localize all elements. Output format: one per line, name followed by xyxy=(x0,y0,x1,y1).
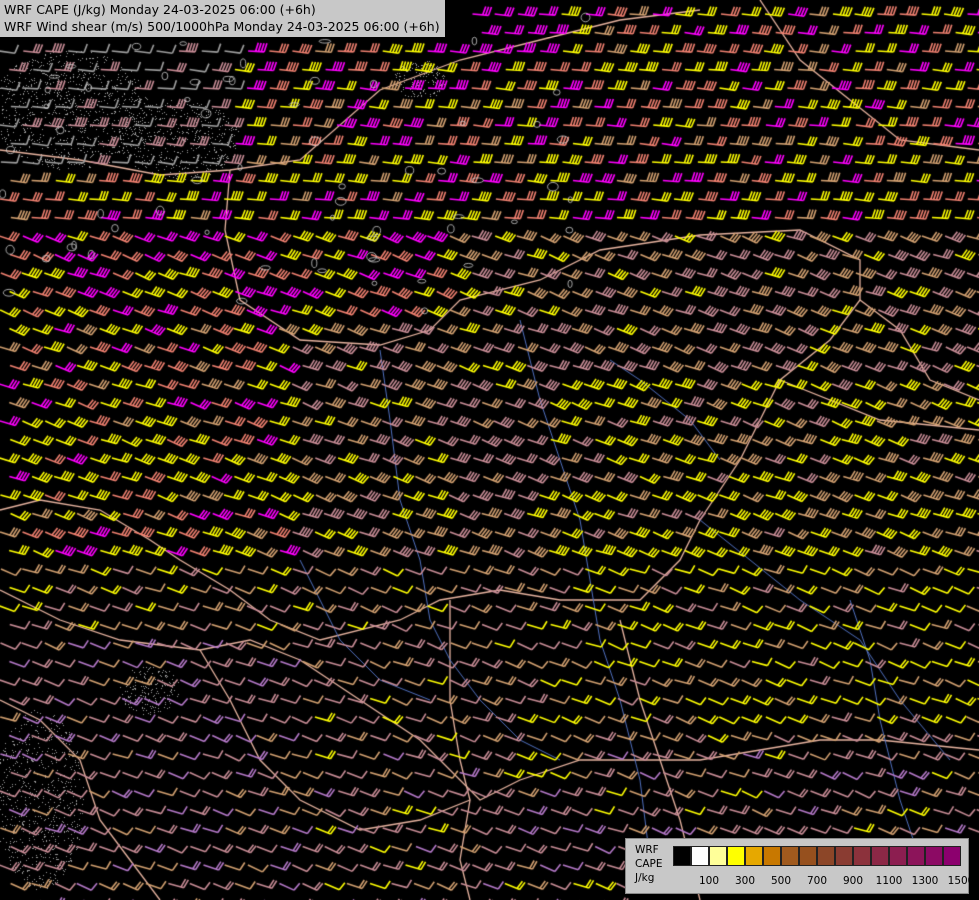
legend-swatch xyxy=(943,846,961,866)
legend-swatch xyxy=(673,846,691,866)
legend-tick: 100 xyxy=(698,875,720,887)
legend-swatch xyxy=(889,846,907,866)
legend-swatch xyxy=(763,846,781,866)
title-wind-shear: WRF Wind shear (m/s) 500/1000hPa Monday … xyxy=(4,19,440,34)
legend-model-label: WRF xyxy=(635,844,659,856)
legend-swatch xyxy=(799,846,817,866)
legend-tick: 1500 xyxy=(947,875,975,887)
legend-swatch xyxy=(853,846,871,866)
legend-swatch xyxy=(745,846,763,866)
legend-swatch xyxy=(691,846,709,866)
legend-tick: 900 xyxy=(842,875,864,887)
map-canvas xyxy=(0,0,979,900)
legend-swatch xyxy=(907,846,925,866)
legend-swatch xyxy=(871,846,889,866)
legend-swatch xyxy=(727,846,745,866)
legend-swatch xyxy=(781,846,799,866)
legend-tick: 300 xyxy=(734,875,756,887)
legend-variable-label: CAPE xyxy=(635,858,663,870)
legend-swatch xyxy=(925,846,943,866)
legend-tick: 700 xyxy=(806,875,828,887)
legend-swatch xyxy=(709,846,727,866)
legend-swatch xyxy=(835,846,853,866)
legend-unit-label: J/kg xyxy=(635,872,655,884)
legend-color-scale xyxy=(673,846,961,866)
legend-tick: 1300 xyxy=(911,875,939,887)
title-cape: WRF CAPE (J/kg) Monday 24-03-2025 06:00 … xyxy=(4,2,316,17)
legend-tick: 500 xyxy=(770,875,792,887)
cape-legend: WRF CAPE J/kg 100 300 500 700 900 1100 1300 150… xyxy=(625,838,974,894)
legend-tick: 1100 xyxy=(875,875,903,887)
legend-swatch xyxy=(817,846,835,866)
legend-labels: WRF CAPE J/kg xyxy=(635,843,662,885)
map-title-box: WRF CAPE (J/kg) Monday 24-03-2025 06:00 … xyxy=(0,0,445,37)
legend-tick-labels: 100 300 500 700 900 1100 1300 1500 xyxy=(673,875,975,889)
